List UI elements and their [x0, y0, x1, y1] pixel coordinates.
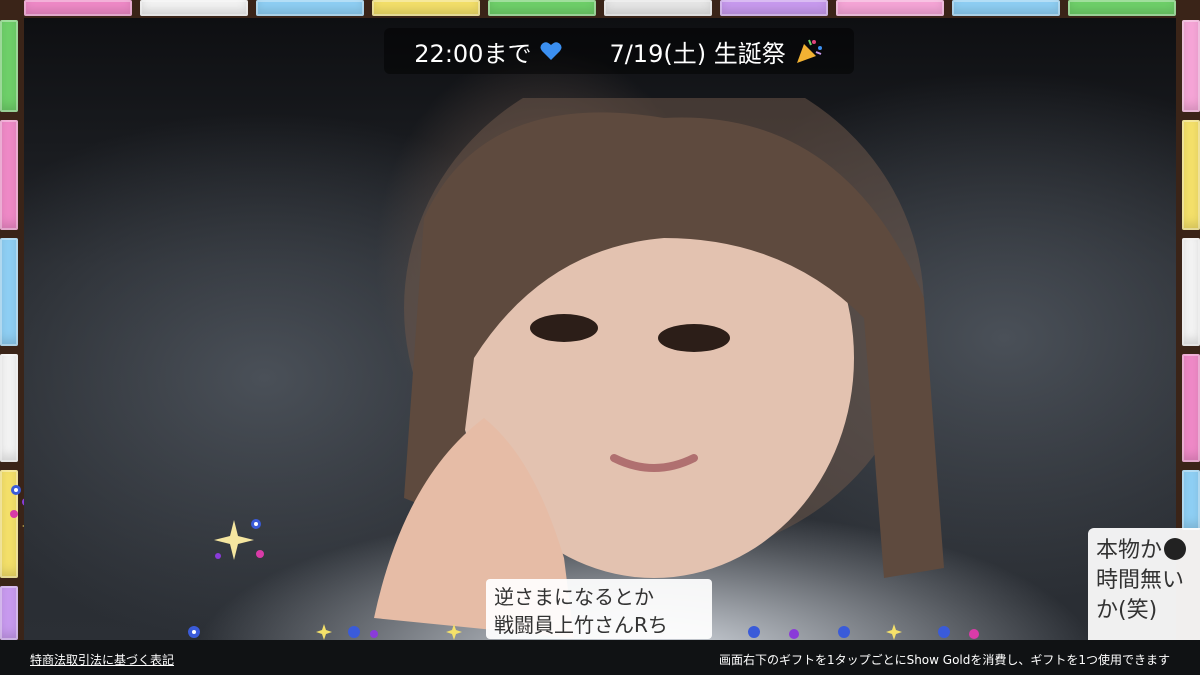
event-banner: 22:00まで 7/19(土) 生誕祭 — [384, 28, 854, 74]
frame-tile — [720, 0, 828, 16]
blue-heart-icon — [540, 42, 562, 60]
viewer-comment-line: 時間無い — [1096, 568, 1185, 593]
frame-tile — [140, 0, 248, 16]
party-popper-icon — [796, 39, 822, 63]
frame-tile — [488, 0, 596, 16]
gift-usage-notice: 画面右下のギフトを1タップごとにShow Goldを消費し、ギフトを1つ使用でき… — [718, 653, 1170, 667]
frame-tile — [1182, 120, 1200, 230]
frame-tile — [836, 0, 944, 16]
chat-comment-line: 戦闘員上竹さんRち — [494, 613, 668, 637]
legal-notice-link[interactable]: 特商法取引法に基づく表記 — [30, 651, 174, 668]
frame-tile — [1182, 20, 1200, 112]
viewer-comment-panel: 本物か 時間無い か(笑) — [1088, 528, 1200, 640]
chat-comment-bubble: 逆さまになるとか 戦闘員上竹さんRち — [486, 579, 712, 639]
frame-tile — [24, 0, 132, 16]
frame-tile — [0, 120, 18, 230]
streamer-video-frame — [374, 98, 944, 638]
frame-tile — [604, 0, 712, 16]
frame-tile — [256, 0, 364, 16]
frame-tile — [0, 586, 18, 640]
frame-tile — [372, 0, 480, 16]
frame-tile — [0, 354, 18, 462]
countdown-text: 22:00まで — [414, 39, 532, 68]
footer-bar: 特商法取引法に基づく表記 画面右下のギフトを1タップごとにShow Goldを消… — [0, 640, 1200, 675]
black-circle-icon — [1164, 538, 1187, 560]
live-video: 22:00まで 7/19(土) 生誕祭 逆さまになるとか 戦闘員上竹さんRち — [24, 18, 1176, 640]
frame-tile — [952, 0, 1060, 16]
birthday-event-text: 7/19(土) 生誕祭 — [609, 39, 786, 68]
frame-tile — [1182, 354, 1200, 462]
viewer-comment-line: 本物か — [1096, 536, 1192, 566]
chat-comment-line: 逆さまになるとか — [494, 585, 654, 609]
frame-tile — [0, 238, 18, 346]
viewer-comment-line: か(笑) — [1096, 598, 1158, 623]
frame-tile — [1182, 470, 1200, 530]
sparkle-icon — [214, 519, 264, 560]
frame-tile — [1068, 0, 1176, 16]
frame-tile — [1182, 238, 1200, 346]
frame-tile — [0, 20, 18, 112]
